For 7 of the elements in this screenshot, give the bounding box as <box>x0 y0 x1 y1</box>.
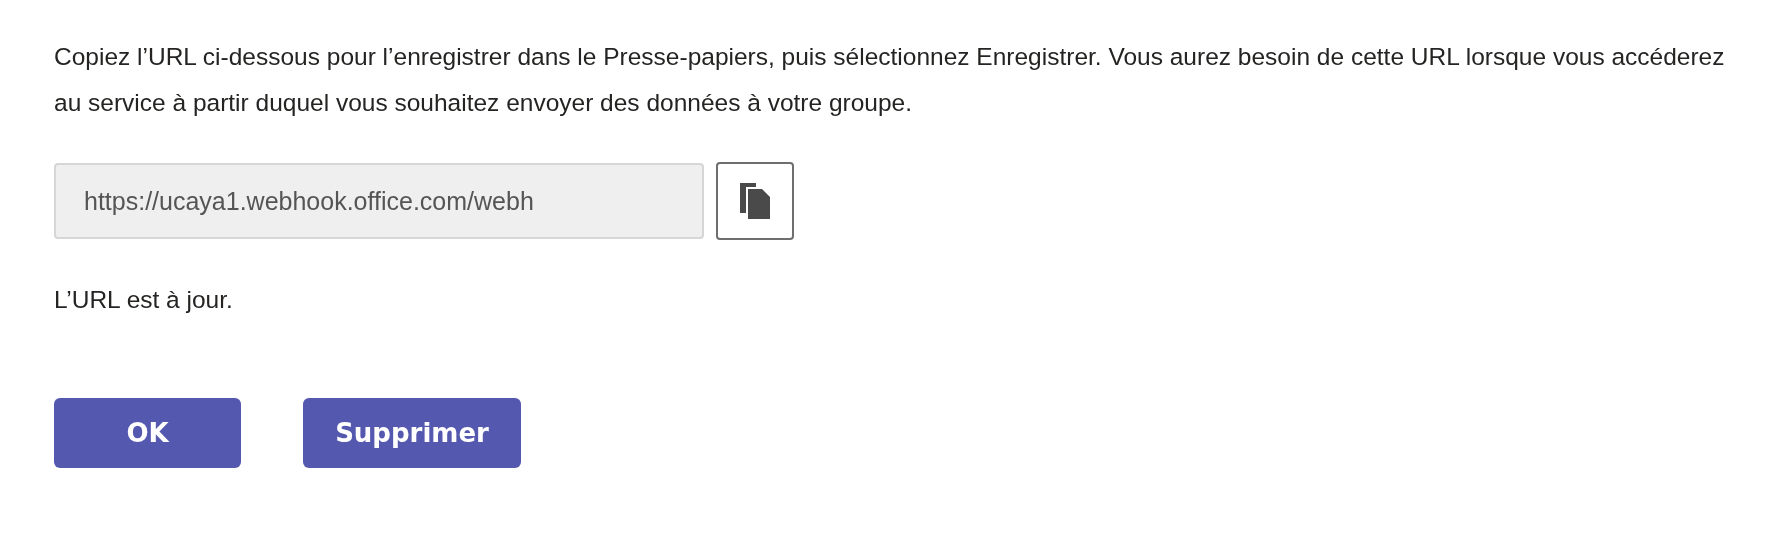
status-text: L’URL est à jour. <box>54 286 234 314</box>
delete-button[interactable]: Supprimer <box>303 398 521 468</box>
ok-button[interactable]: OK <box>54 398 241 468</box>
url-field[interactable]: https://ucaya1.webhook.office.com/webh <box>54 163 704 239</box>
instructions-text: Copiez l’URL ci-dessous pour l’enregistrer dans le Presse-papiers, puis sélectionnez Enregistrer. Vous aurez besoin de cette URL lorsque vous accéderez au service à partir duquel vous souhaitez envoyer des données à votre groupe. <box>54 42 1726 118</box>
copy-button[interactable] <box>716 162 794 240</box>
copy-icon <box>738 181 772 221</box>
